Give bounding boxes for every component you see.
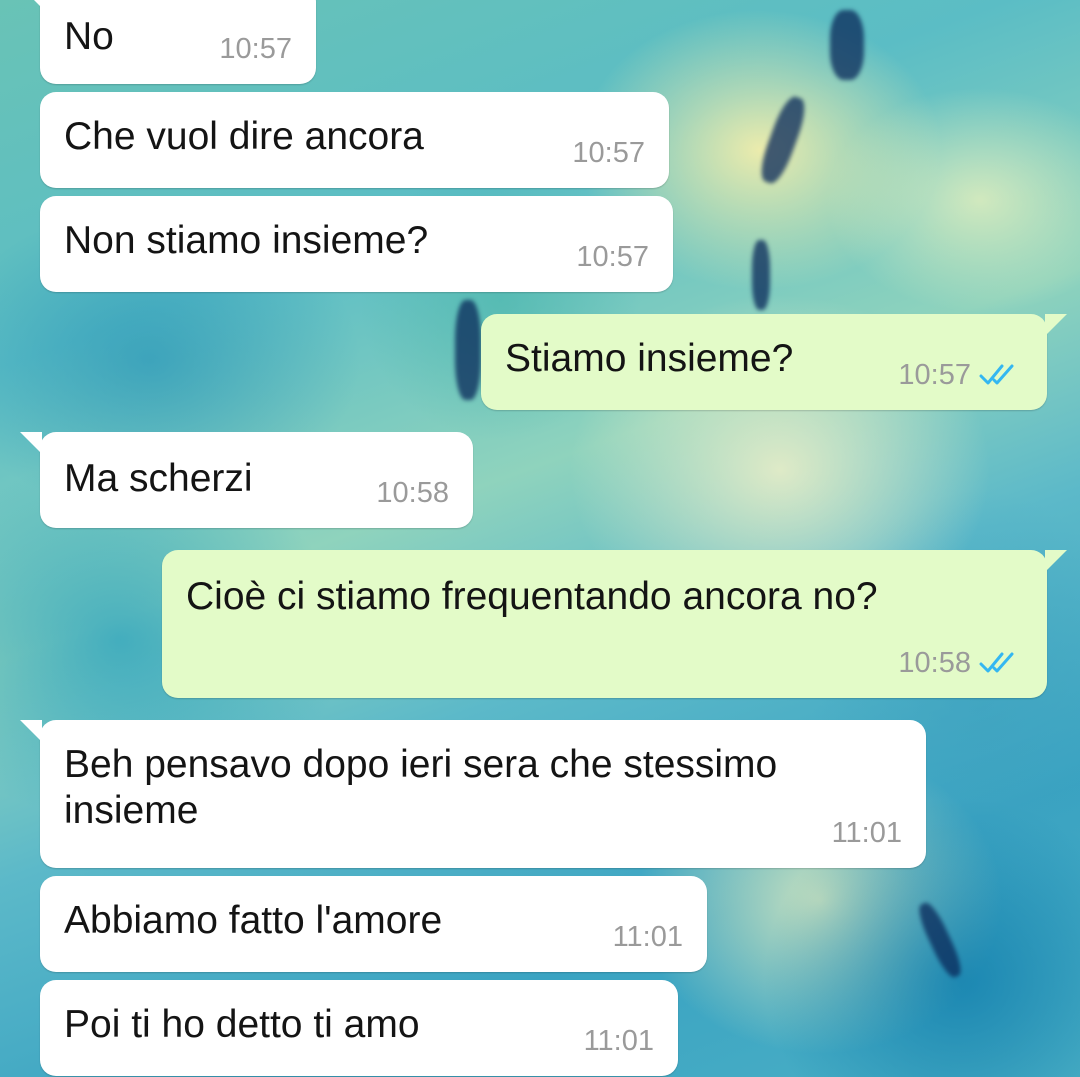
message-text: Non stiamo insieme? — [64, 219, 429, 262]
message-time: 10:57 — [576, 241, 649, 273]
message-time: 10:57 — [219, 33, 292, 65]
message-meta: 11:01 — [584, 1018, 654, 1064]
message-meta: 11:01 — [613, 914, 683, 960]
message-meta: 10:57 — [219, 26, 292, 72]
wallpaper-stroke — [914, 899, 966, 981]
wallpaper-stroke — [830, 10, 864, 80]
message-bubble-incoming[interactable]: Che vuol dire ancora 10:57 — [40, 92, 669, 188]
message-text: Cioè ci stiamo frequentando ancora no? — [186, 575, 878, 618]
message-bubble-incoming[interactable]: No 10:57 — [20, 0, 316, 84]
message-bubble-incoming[interactable]: Abbiamo fatto l'amore 11:01 — [40, 876, 707, 972]
double-check-icon — [979, 364, 1014, 385]
message-bubble-incoming[interactable]: Non stiamo insieme? 10:57 — [40, 196, 673, 292]
message-time: 11:01 — [831, 817, 902, 849]
message-bubble-incoming[interactable]: Poi ti ho detto ti amo 11:01 — [40, 980, 678, 1076]
wallpaper-stroke — [755, 93, 811, 187]
message-meta: 11:01 — [832, 810, 902, 856]
message-text: Ma scherzi — [64, 457, 253, 500]
message-time: 10:58 — [376, 477, 449, 509]
message-text: Che vuol dire ancora — [64, 115, 424, 158]
message-time: 10:58 — [898, 647, 971, 679]
message-meta: 10:57 — [572, 130, 645, 176]
message-time: 11:01 — [583, 1025, 654, 1057]
message-bubble-incoming[interactable]: Ma scherzi 10:58 — [20, 432, 473, 528]
message-meta: 10:58 — [376, 470, 449, 516]
message-text: Abbiamo fatto l'amore — [64, 899, 443, 942]
message-text: Poi ti ho detto ti amo — [64, 1003, 420, 1046]
message-time: 10:57 — [572, 137, 645, 169]
message-text: Stiamo insieme? — [505, 337, 794, 380]
message-time: 11:01 — [612, 921, 683, 953]
message-time: 10:57 — [898, 359, 971, 391]
message-bubble-incoming[interactable]: Beh pensavo dopo ieri sera che stessimo … — [20, 720, 926, 868]
message-bubble-outgoing[interactable]: Stiamo insieme? 10:57 — [481, 314, 1067, 410]
message-meta: 10:58 — [898, 640, 1023, 686]
wallpaper-stroke — [455, 300, 481, 400]
message-text: Beh pensavo dopo ieri sera che stessimo … — [64, 743, 778, 832]
wallpaper-stroke — [752, 240, 770, 310]
message-meta: 10:57 — [576, 234, 649, 280]
message-meta: 10:57 — [898, 352, 1023, 398]
double-check-icon — [979, 652, 1014, 673]
message-bubble-outgoing[interactable]: Cioè ci stiamo frequentando ancora no? 1… — [162, 550, 1067, 698]
message-text: No — [64, 15, 114, 58]
